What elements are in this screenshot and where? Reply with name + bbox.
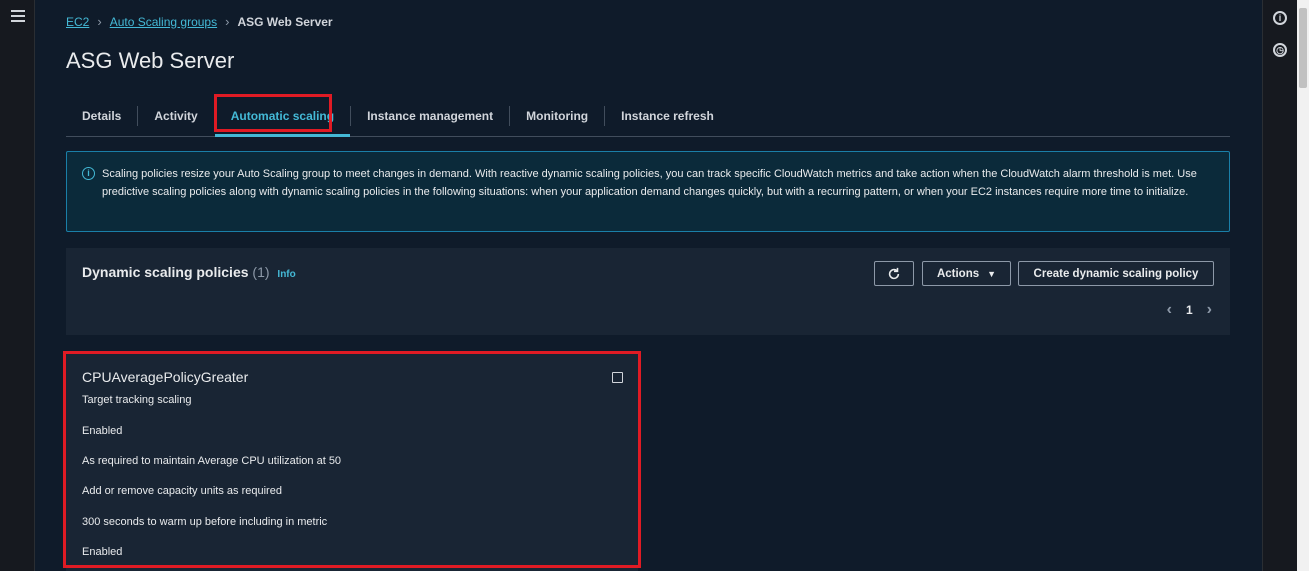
info-icon: i	[82, 167, 95, 180]
main-content: EC2 › Auto Scaling groups › ASG Web Serv…	[36, 0, 1262, 571]
left-navigation-bar	[0, 0, 35, 571]
card-highlight-box	[63, 351, 641, 568]
actions-label: Actions	[936, 267, 980, 280]
dynamic-scaling-policies-panel: Dynamic scaling policies (1) Info Action…	[66, 248, 1230, 335]
tab-details[interactable]: Details	[66, 106, 139, 126]
info-alert: i Scaling policies resize your Auto Scal…	[66, 151, 1230, 232]
breadcrumb-ec2-link[interactable]: EC2	[66, 15, 89, 29]
menu-icon[interactable]	[11, 10, 25, 22]
create-dynamic-scaling-policy-button[interactable]: Create dynamic scaling policy	[1018, 261, 1214, 286]
chevron-left-icon[interactable]: ‹	[1167, 301, 1172, 319]
breadcrumb-current: ASG Web Server	[237, 14, 333, 29]
panel-title-text: Dynamic scaling policies	[82, 264, 249, 280]
scrollbar[interactable]	[1297, 0, 1309, 571]
tab-activity[interactable]: Activity	[138, 106, 215, 126]
page-title: ASG Web Server	[66, 48, 235, 73]
tab-instance-management[interactable]: Instance management	[351, 106, 511, 126]
pagination: ‹ 1 ›	[1167, 301, 1212, 319]
tab-instance-refresh[interactable]: Instance refresh	[605, 106, 730, 126]
tab-monitoring[interactable]: Monitoring	[510, 106, 606, 126]
caret-down-icon: ▼	[987, 268, 997, 279]
chevron-right-icon: ›	[97, 14, 102, 29]
breadcrumb-asg-link[interactable]: Auto Scaling groups	[110, 15, 217, 29]
chevron-right-icon: ›	[225, 14, 230, 29]
scrollbar-thumb[interactable]	[1299, 8, 1307, 88]
page-number[interactable]: 1	[1186, 303, 1193, 317]
tab-highlight-box	[214, 94, 332, 132]
refresh-icon	[888, 267, 900, 279]
chevron-right-icon[interactable]: ›	[1207, 301, 1212, 319]
actions-button[interactable]: Actions ▼	[922, 261, 1011, 286]
policy-count: (1)	[252, 264, 270, 280]
right-tools-bar: i ◷	[1262, 0, 1297, 571]
refresh-button[interactable]	[874, 261, 914, 286]
help-icon[interactable]: ◷	[1273, 43, 1287, 57]
panel-title: Dynamic scaling policies (1) Info	[82, 264, 296, 280]
info-icon[interactable]: i	[1273, 11, 1287, 25]
breadcrumb: EC2 › Auto Scaling groups › ASG Web Serv…	[66, 14, 333, 29]
info-link[interactable]: Info	[277, 269, 295, 280]
info-alert-text: Scaling policies resize your Auto Scalin…	[102, 168, 1197, 198]
